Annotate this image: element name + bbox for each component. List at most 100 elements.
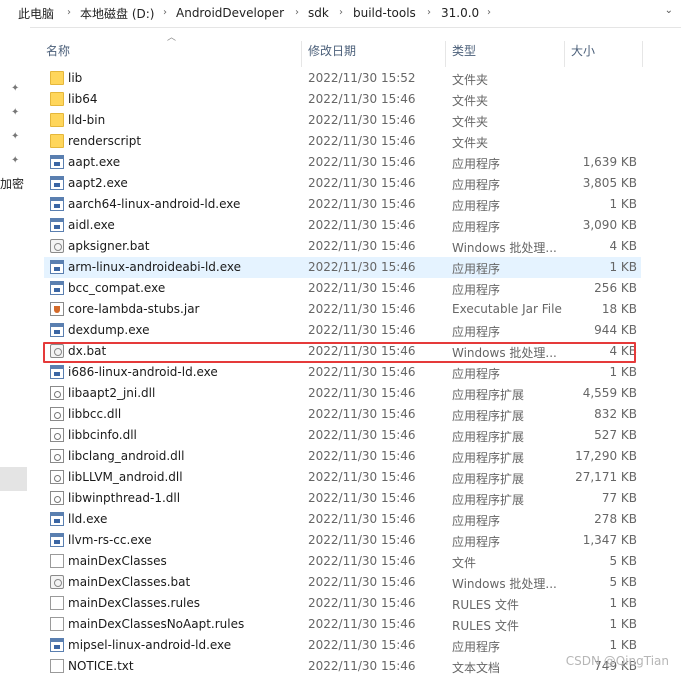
file-row[interactable]: renderscript 2022/11/30 15:46 文件夹: [44, 131, 641, 152]
file-row[interactable]: mainDexClasses.rules 2022/11/30 15:46 RULE…: [44, 593, 641, 614]
file-date: 2022/11/30 15:46: [308, 470, 416, 484]
file-row[interactable]: aapt.exe 2022/11/30 15:46 应用程序 1,639 KB: [44, 152, 641, 173]
file-name: aarch64-linux-android-ld.exe: [68, 197, 241, 211]
file-name: mipsel-linux-android-ld.exe: [68, 638, 232, 652]
column-divider[interactable]: [445, 41, 446, 67]
pin-icon[interactable]: ✦: [11, 155, 19, 166]
file-date: 2022/11/30 15:46: [308, 176, 416, 190]
column-header: ︿ 名称 修改日期 类型 大小: [30, 27, 681, 67]
file-row[interactable]: lld-bin 2022/11/30 15:46 文件夹: [44, 110, 641, 131]
file-size: 256 KB: [594, 281, 637, 295]
column-divider[interactable]: [642, 41, 643, 67]
file-name: core-lambda-stubs.jar: [68, 302, 200, 316]
file-date: 2022/11/30 15:46: [308, 386, 416, 400]
file-row[interactable]: mainDexClasses.bat 2022/11/30 15:46 Window…: [44, 572, 641, 593]
breadcrumb-sdk[interactable]: sdk: [308, 5, 329, 21]
file-row[interactable]: libbcinfo.dll 2022/11/30 15:46 应用程序扩展 527 K…: [44, 425, 641, 446]
file-size: 278 KB: [594, 512, 637, 526]
file-date: 2022/11/30 15:46: [308, 554, 416, 568]
file-size: 4 KB: [609, 239, 637, 253]
file-type: 应用程序扩展: [452, 451, 525, 465]
column-divider[interactable]: [564, 41, 565, 67]
file-type: 应用程序: [452, 367, 501, 381]
pin-icon[interactable]: ✦: [11, 107, 19, 118]
file-name: aidl.exe: [68, 218, 115, 232]
doc-icon: [50, 659, 64, 673]
column-header-size[interactable]: 大小: [571, 42, 595, 60]
file-row[interactable]: core-lambda-stubs.jar 2022/11/30 15:46 Exe…: [44, 299, 641, 320]
file-row[interactable]: llvm-rs-cc.exe 2022/11/30 15:46 应用程序 1,347 …: [44, 530, 641, 551]
sidebar-item-fragment[interactable]: 加密: [0, 175, 24, 192]
pin-icon[interactable]: ✦: [11, 83, 19, 94]
file-row[interactable]: aidl.exe 2022/11/30 15:46 应用程序 3,090 KB: [44, 215, 641, 236]
file-type: 应用程序扩展: [452, 493, 525, 507]
file-row[interactable]: libLLVM_android.dll 2022/11/30 15:46 应用程序扩…: [44, 467, 641, 488]
file-type: 文件夹: [452, 136, 489, 150]
column-header-type[interactable]: 类型: [452, 42, 476, 60]
file-name: libLLVM_android.dll: [68, 470, 183, 484]
file-row[interactable]: libbcc.dll 2022/11/30 15:46 应用程序扩展 832 KB: [44, 404, 641, 425]
file-row[interactable]: lib64 2022/11/30 15:46 文件夹: [44, 89, 641, 110]
file-row[interactable]: NOTICE.txt 2022/11/30 15:46 文本文档 749 KB: [44, 656, 641, 677]
address-bar[interactable]: 此电脑 › 本地磁盘 (D:) › AndroidDeveloper › sdk…: [0, 0, 681, 28]
file-row[interactable]: mainDexClassesNoAapt.rules 2022/11/30 15:…: [44, 614, 641, 635]
breadcrumb-version[interactable]: 31.0.0: [441, 5, 479, 21]
file-name: libbcinfo.dll: [68, 428, 137, 442]
file-row[interactable]: mainDexClasses 2022/11/30 15:46 文件 5 KB: [44, 551, 641, 572]
file-date: 2022/11/30 15:46: [308, 512, 416, 526]
file-name: mainDexClasses.rules: [68, 596, 201, 610]
breadcrumb-androiddeveloper[interactable]: AndroidDeveloper: [176, 5, 284, 21]
file-type: Windows 批处理...: [452, 241, 557, 255]
file-name: aapt.exe: [68, 155, 121, 169]
file-size: 1 KB: [609, 596, 637, 610]
file-row[interactable]: bcc_compat.exe 2022/11/30 15:46 应用程序 256 KB: [44, 278, 641, 299]
column-divider[interactable]: [301, 41, 302, 67]
sort-up-icon: ︿: [167, 33, 177, 43]
breadcrumb-local-disk[interactable]: 本地磁盘 (D:): [80, 5, 154, 21]
file-date: 2022/11/30 15:52: [308, 71, 416, 85]
breadcrumb-build-tools[interactable]: build-tools: [353, 5, 416, 21]
chevron-right-icon[interactable]: ›: [64, 5, 74, 21]
file-row[interactable]: aapt2.exe 2022/11/30 15:46 应用程序 3,805 KB: [44, 173, 641, 194]
file-row[interactable]: arm-linux-androideabi-ld.exe 2022/11/30 1…: [44, 257, 641, 278]
file-type: 应用程序: [452, 283, 501, 297]
column-header-date[interactable]: 修改日期: [308, 42, 356, 60]
file-size: 4,559 KB: [582, 386, 637, 400]
file-date: 2022/11/30 15:46: [308, 659, 416, 673]
file-row[interactable]: lld.exe 2022/11/30 15:46 应用程序 278 KB: [44, 509, 641, 530]
column-header-name[interactable]: 名称: [46, 42, 70, 60]
file-date: 2022/11/30 15:46: [308, 155, 416, 169]
chevron-right-icon[interactable]: ›: [160, 5, 170, 21]
chevron-right-icon[interactable]: ›: [424, 5, 434, 21]
nav-pane-selected-item[interactable]: [0, 467, 27, 491]
file-row[interactable]: libaapt2_jni.dll 2022/11/30 15:46 应用程序扩展 4,…: [44, 383, 641, 404]
file-name: mainDexClasses: [68, 554, 167, 568]
file-size: 27,171 KB: [575, 470, 637, 484]
file-row[interactable]: dexdump.exe 2022/11/30 15:46 应用程序 944 KB: [44, 320, 641, 341]
file-name: lld.exe: [68, 512, 108, 526]
breadcrumb-this-pc[interactable]: 此电脑: [18, 5, 54, 21]
file-type: 应用程序: [452, 640, 501, 654]
file-row[interactable]: mipsel-linux-android-ld.exe 2022/11/30 15…: [44, 635, 641, 656]
exe-icon: [50, 197, 64, 211]
exe-icon: [50, 512, 64, 526]
chevron-right-icon[interactable]: ›: [336, 5, 346, 21]
file-name: lld-bin: [68, 113, 106, 127]
file-type: 应用程序扩展: [452, 472, 525, 486]
file-row[interactable]: libwinpthread-1.dll 2022/11/30 15:46 应用程序扩…: [44, 488, 641, 509]
pin-icon[interactable]: ✦: [11, 131, 19, 142]
file-row[interactable]: lib 2022/11/30 15:52 文件夹: [44, 68, 641, 89]
chevron-right-icon[interactable]: ›: [484, 5, 494, 21]
file-row[interactable]: i686-linux-android-ld.exe 2022/11/30 15:4…: [44, 362, 641, 383]
file-row[interactable]: aarch64-linux-android-ld.exe 2022/11/30 1…: [44, 194, 641, 215]
file-type: 应用程序扩展: [452, 409, 525, 423]
exe-icon: [50, 218, 64, 232]
file-name: renderscript: [68, 134, 142, 148]
file-row[interactable]: apksigner.bat 2022/11/30 15:46 Windows 批处理…: [44, 236, 641, 257]
address-dropdown-icon[interactable]: ⌄: [665, 5, 673, 16]
file-type: 应用程序扩展: [452, 388, 525, 402]
file-row[interactable]: libclang_android.dll 2022/11/30 15:46 应用程序…: [44, 446, 641, 467]
chevron-right-icon[interactable]: ›: [292, 5, 302, 21]
exe-icon: [50, 365, 64, 379]
file-name: mainDexClassesNoAapt.rules: [68, 617, 245, 631]
